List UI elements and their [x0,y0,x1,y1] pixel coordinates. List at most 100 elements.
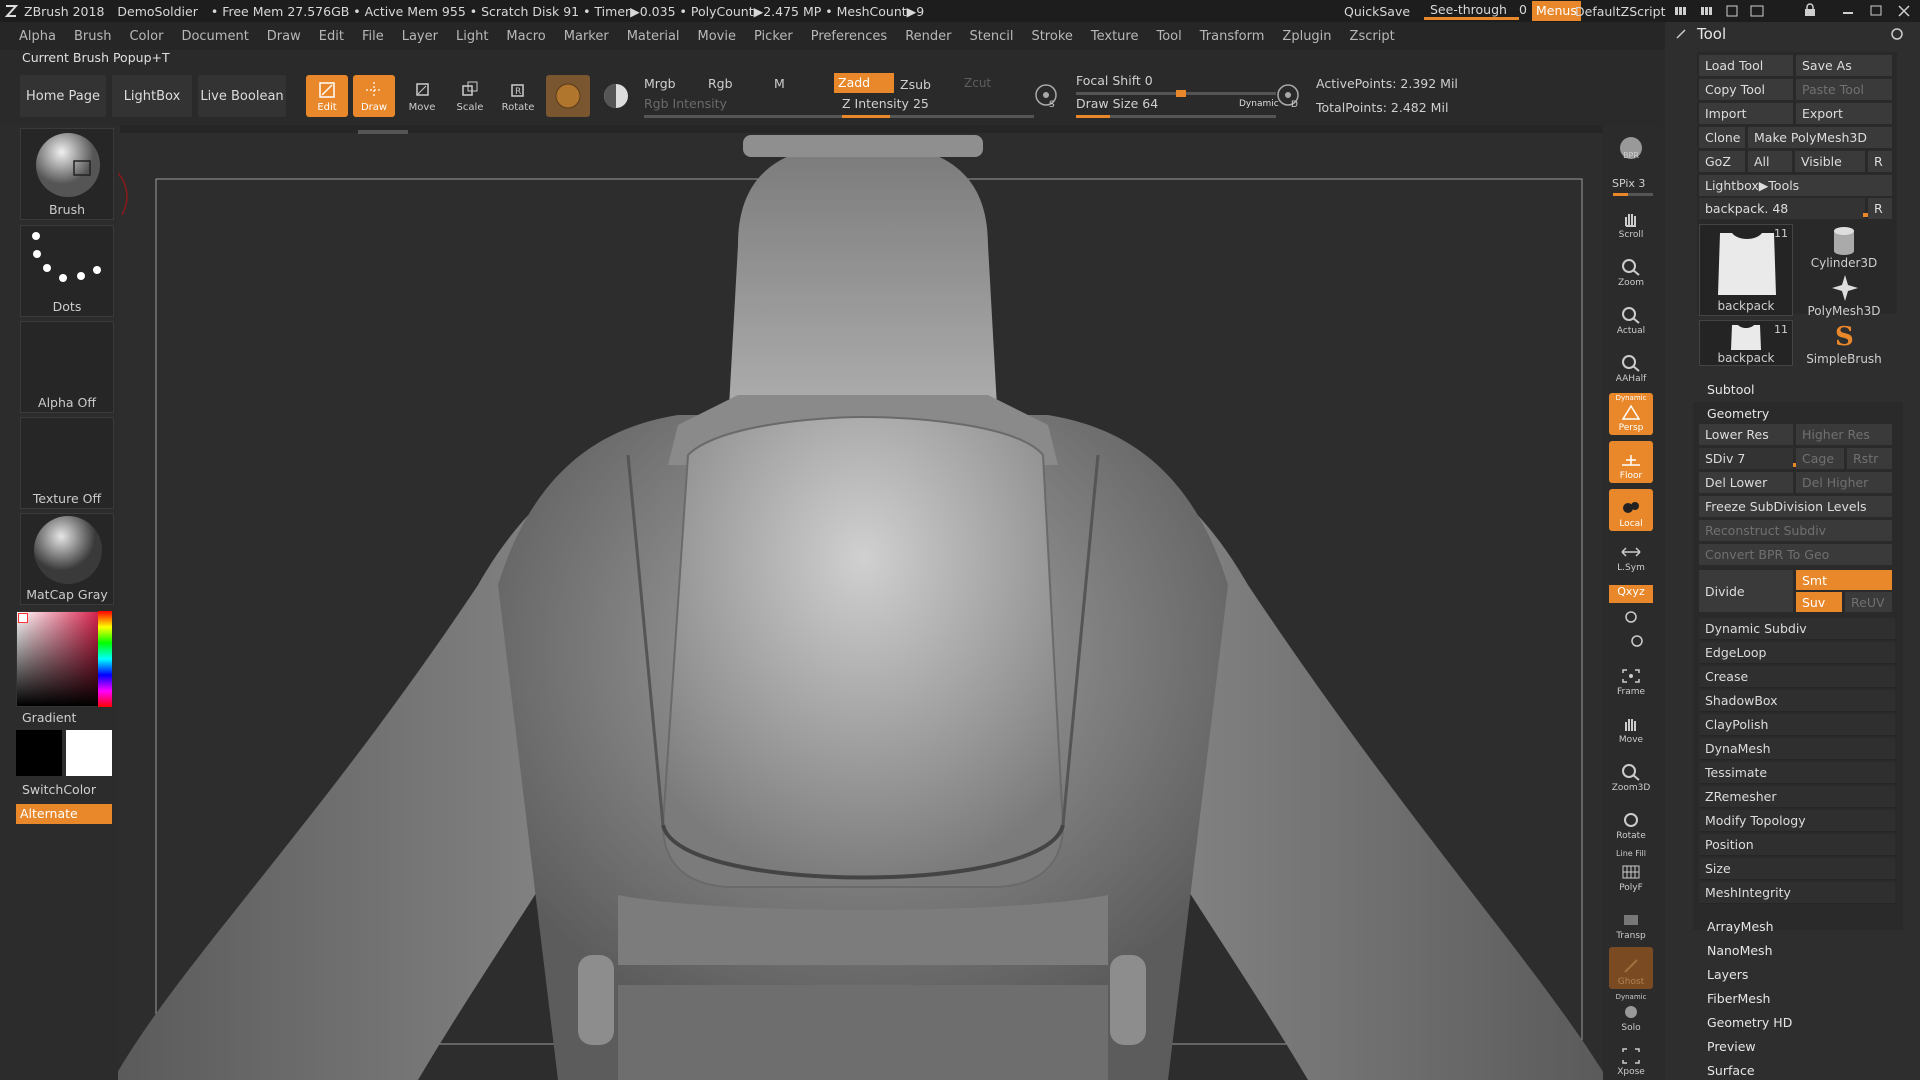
switchcolor-button[interactable]: SwitchColor [22,782,96,797]
soldier-model[interactable] [118,125,1603,1080]
geometry-item-zremesher[interactable]: ZRemesher [1699,786,1895,808]
higher-res-button[interactable]: Higher Res [1796,424,1892,445]
menu-brush[interactable]: Brush [74,29,112,44]
focal-shift-icon[interactable]: S [1032,81,1060,113]
scale-mode-button[interactable]: Scale [449,75,491,117]
persp-button[interactable]: Dynamic Persp [1609,393,1653,435]
load-tool-button[interactable]: Load Tool [1699,55,1793,76]
menu-macro[interactable]: Macro [506,29,545,44]
fibermesh-section[interactable]: FiberMesh [1707,991,1770,1006]
menu-stencil[interactable]: Stencil [969,29,1013,44]
aahalf-button[interactable]: AAHalf [1609,344,1653,386]
zoom-button[interactable]: Zoom [1609,248,1653,290]
mrgb-toggle[interactable]: Mrgb [644,76,676,91]
convert-bpr-button[interactable]: Convert BPR To Geo [1699,544,1892,565]
menu-transform[interactable]: Transform [1200,29,1265,44]
layers-section[interactable]: Layers [1707,967,1748,982]
menu-draw[interactable]: Draw [267,29,301,44]
seethrough-slider[interactable]: See-through 0 [1424,2,1527,20]
menu-tool[interactable]: Tool [1156,29,1181,44]
rotate-axis-icon[interactable] [1623,609,1639,629]
bpr-button[interactable]: BPR [1609,130,1653,168]
dynamic-toggle[interactable]: Dynamic [1239,99,1279,109]
ghost-button[interactable]: Ghost [1609,947,1653,989]
menu-texture[interactable]: Texture [1091,29,1139,44]
alternate-toggle[interactable]: Alternate [16,804,112,824]
z-intensity-slider[interactable]: Z Intensity 25 [842,96,1034,118]
menu-render[interactable]: Render [905,29,951,44]
reconstruct-subdiv-button[interactable]: Reconstruct Subdiv [1699,520,1892,541]
geometry-item-position[interactable]: Position [1699,834,1895,856]
freeze-subdivision-button[interactable]: Freeze SubDivision Levels [1699,496,1892,517]
menu-edit[interactable]: Edit [319,29,344,44]
del-lower-button[interactable]: Del Lower [1699,472,1793,493]
xyz-toggle[interactable]: Qxyz [1609,585,1653,603]
texture-selector[interactable]: Texture Off [20,417,114,509]
menu-color[interactable]: Color [129,29,163,44]
tool-thumb-cylinder3d[interactable]: Cylinder3D [1796,224,1892,270]
lightbox-tools-button[interactable]: Lightbox▶Tools [1699,175,1892,196]
tool-thumb-polymesh3d[interactable]: PolyMesh3D [1796,272,1892,318]
sdiv-slider[interactable]: SDiv 7 [1699,448,1807,469]
menu-marker[interactable]: Marker [564,29,609,44]
geometry-item-modify-topology[interactable]: Modify Topology [1699,810,1895,832]
spix-value[interactable]: SPix 3 [1612,177,1645,190]
clone-button[interactable]: Clone [1699,127,1745,148]
menus-toggle[interactable]: Menus [1532,1,1581,21]
menu-movie[interactable]: Movie [698,29,736,44]
live-boolean-button[interactable]: Live Boolean [198,75,286,117]
brush-selector[interactable]: Brush [20,128,114,220]
menu-alpha[interactable]: Alpha [19,29,56,44]
secondary-color-swatch[interactable] [16,730,62,776]
cage-button[interactable]: Cage [1796,448,1844,469]
geometry-item-edgeloop[interactable]: EdgeLoop [1699,642,1895,664]
maximize-icon[interactable] [1870,3,1882,20]
menu-zplugin[interactable]: Zplugin [1282,29,1331,44]
menu-material[interactable]: Material [627,29,680,44]
rotate-view-button[interactable]: Rotate [1609,801,1653,843]
goz-r-button[interactable]: R [1868,151,1892,172]
lightbox-button[interactable]: LightBox [112,75,192,117]
frame-button[interactable]: Frame [1609,657,1653,699]
geometry-item-meshintegrity[interactable]: MeshIntegrity [1699,882,1895,904]
palette-refresh-icon[interactable] [1890,27,1904,45]
menu-layer[interactable]: Layer [402,29,438,44]
rotate-mode-button[interactable]: R Rotate [497,75,539,117]
smt-toggle[interactable]: Smt [1796,570,1892,590]
preview-section[interactable]: Preview [1707,1039,1756,1054]
tool-thumb-backpack[interactable]: 11 backpack [1699,224,1793,316]
menu-zscript[interactable]: Zscript [1350,29,1395,44]
rotate-axis-alt-icon[interactable] [1629,633,1645,653]
menu-picker[interactable]: Picker [754,29,793,44]
canvas-viewport[interactable] [118,125,1603,1080]
stroke-selector[interactable]: Dots [20,225,114,317]
rgb-toggle[interactable]: Rgb [708,76,733,91]
geometry-item-claypolish[interactable]: ClayPolish [1699,714,1895,736]
close-icon[interactable] [1898,3,1910,20]
color-picker-handle[interactable] [18,613,28,623]
geometry-section[interactable]: Geometry [1707,406,1769,421]
edit-mode-button[interactable]: Edit [306,75,348,117]
goz-button[interactable]: GoZ [1699,151,1745,172]
solo-button[interactable]: Dynamic Solo [1609,993,1653,1035]
tool-thumb-simplebrush[interactable]: S SimpleBrush [1796,320,1892,366]
hue-strip[interactable] [98,611,112,707]
layout-icons[interactable] [1675,4,1785,21]
xpose-button[interactable]: Xpose [1609,1039,1653,1079]
goz-all-button[interactable]: All [1748,151,1792,172]
home-page-button[interactable]: Home Page [20,75,106,117]
menu-file[interactable]: File [362,29,384,44]
lock-icon[interactable] [1804,3,1816,20]
draw-size-slider[interactable]: Draw Size 64 Dynamic [1076,96,1279,118]
zadd-toggle[interactable]: Zadd [834,73,894,93]
export-button[interactable]: Export [1796,103,1892,124]
goz-visible-button[interactable]: Visible [1795,151,1865,172]
polyf-button[interactable]: Line Fill PolyF [1609,849,1653,895]
suv-toggle[interactable]: Suv [1796,592,1842,612]
zcut-toggle[interactable]: Zcut [964,76,991,90]
import-button[interactable]: Import [1699,103,1793,124]
geometry-item-size[interactable]: Size [1699,858,1895,880]
paste-tool-button[interactable]: Paste Tool [1796,79,1892,100]
local-button[interactable]: Local [1609,489,1653,531]
copy-tool-button[interactable]: Copy Tool [1699,79,1793,100]
